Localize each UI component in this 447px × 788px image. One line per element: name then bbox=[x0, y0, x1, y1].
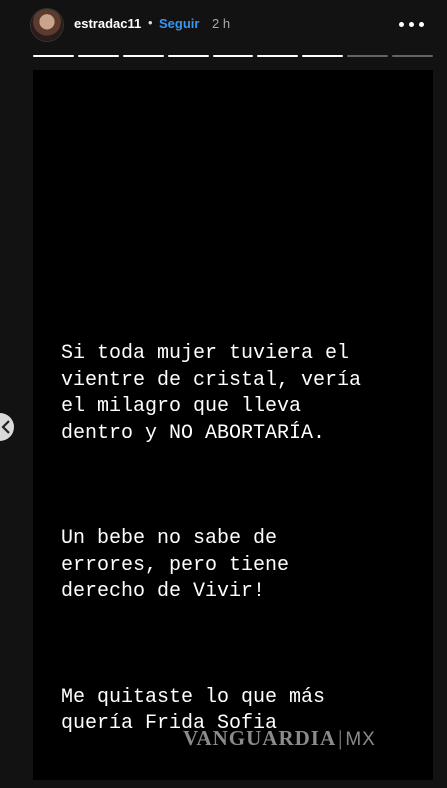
progress-segment bbox=[257, 55, 299, 57]
progress-segment bbox=[122, 55, 164, 57]
watermark-brand: VANGUARDIA bbox=[183, 726, 337, 750]
previous-story-button[interactable] bbox=[0, 413, 14, 441]
more-dot bbox=[419, 22, 424, 27]
progress-segment bbox=[167, 55, 209, 57]
post-time: 2 h bbox=[212, 16, 231, 31]
story-content[interactable]: Si toda mujer tuviera el vientre de cris… bbox=[33, 70, 433, 780]
separator-dot: • bbox=[148, 15, 153, 30]
watermark-divider: | bbox=[338, 726, 344, 750]
story-progress-bar bbox=[33, 55, 434, 58]
username[interactable]: estradac11 bbox=[74, 16, 141, 31]
progress-segment bbox=[347, 55, 389, 57]
progress-segment bbox=[77, 55, 119, 57]
more-options-button[interactable] bbox=[397, 10, 427, 38]
chevron-left-icon bbox=[1, 420, 10, 434]
more-dot bbox=[409, 22, 414, 27]
watermark-region: MX bbox=[345, 729, 376, 750]
progress-segment bbox=[212, 55, 254, 57]
watermark: VANGUARDIA| MX bbox=[183, 726, 376, 751]
follow-button[interactable]: Seguir bbox=[159, 16, 199, 31]
story-paragraph-2: Un bebe no sabe de errores, pero tiene d… bbox=[61, 527, 290, 603]
progress-segment bbox=[392, 55, 434, 57]
avatar[interactable] bbox=[31, 9, 63, 41]
progress-segment bbox=[302, 55, 344, 57]
progress-segment bbox=[33, 55, 74, 57]
story-header: estradac11 • Seguir 2 h bbox=[0, 0, 447, 48]
story-paragraph-1: Si toda mujer tuviera el vientre de cris… bbox=[61, 342, 362, 445]
story-text: Si toda mujer tuviera el vientre de cris… bbox=[61, 288, 421, 780]
more-horizontal-icon bbox=[399, 22, 404, 27]
